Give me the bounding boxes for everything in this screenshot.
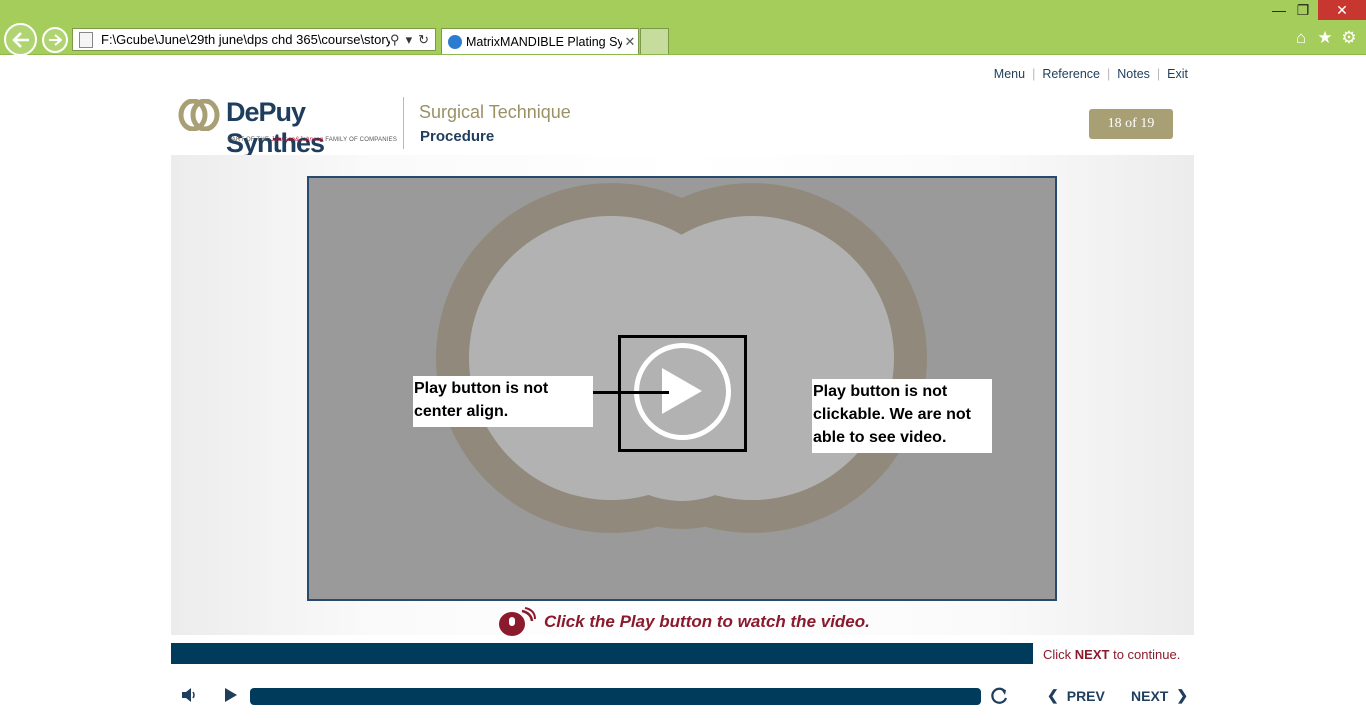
page-icon (79, 31, 93, 48)
next-button[interactable]: NEXT ❯ (1131, 687, 1188, 704)
nav-separator: | (1032, 67, 1036, 81)
forward-button[interactable] (42, 27, 68, 53)
header-divider (403, 97, 404, 149)
tagline-suffix: FAMILY OF COMPANIES (325, 137, 398, 143)
tab-title: MatrixMANDIBLE Plating Sy... (466, 34, 622, 49)
play-instruction: Click the Play button to watch the video… (498, 606, 870, 638)
refresh-icon[interactable]: ↻ (418, 32, 429, 48)
continue-hint: Click NEXT to continue. (1043, 647, 1180, 662)
tagline-prefix: PART OF THE (228, 137, 270, 143)
next-label: NEXT (1131, 687, 1169, 704)
close-window-button[interactable]: ✕ (1318, 0, 1366, 20)
instruction-text: Click the Play button to watch the video… (544, 612, 870, 631)
volume-icon[interactable] (181, 687, 197, 703)
page-subtitle: Procedure (420, 128, 495, 145)
notes-link[interactable]: Notes (1117, 67, 1150, 81)
gear-icon[interactable]: ⚙ (1339, 28, 1359, 48)
page-counter-badge: 18 of 19 (1089, 109, 1173, 139)
ie-icon (448, 34, 462, 49)
tagline-jj: Johnson&Johnson (270, 137, 324, 143)
mouse-click-icon (499, 607, 536, 636)
page-title: Surgical Technique (419, 102, 571, 122)
star-icon[interactable]: ★ (1315, 28, 1335, 48)
nav-separator: | (1107, 67, 1111, 81)
new-tab-button[interactable] (640, 28, 669, 54)
address-bar[interactable]: F:\Gcube\June\29th june\dps chd 365\cour… (72, 28, 436, 51)
seek-bar[interactable] (250, 688, 981, 705)
player-controls: ❮ PREV NEXT ❯ (171, 680, 1194, 712)
url-text[interactable]: F:\Gcube\June\29th june\dps chd 365\cour… (101, 32, 390, 47)
prev-label: PREV (1066, 687, 1105, 704)
annotation-note-right: Play button is not clickable. We are not… (812, 379, 992, 453)
replay-icon[interactable] (989, 686, 1009, 706)
depuy-synthes-logo: DePuy Synthes PART OF THE Johnson&Johnso… (178, 97, 408, 158)
browser-tab[interactable]: MatrixMANDIBLE Plating Sy... ✕ (441, 28, 639, 54)
browser-chrome: F:\Gcube\June\29th june\dps chd 365\cour… (0, 0, 1366, 56)
restore-button[interactable]: ❐ (1292, 0, 1314, 20)
slide-progress-bar (171, 643, 1033, 664)
brand-tagline: PART OF THE Johnson&Johnson FAMILY OF CO… (228, 137, 397, 143)
annotation-note-left: Play button is not center align. (413, 376, 593, 427)
minimize-button[interactable]: — (1268, 0, 1290, 20)
prev-button[interactable]: ❮ PREV (1047, 687, 1105, 704)
chevron-left-icon: ❮ (1047, 687, 1059, 703)
chevron-right-icon: ❯ (1176, 687, 1189, 703)
exit-link[interactable]: Exit (1167, 67, 1188, 81)
brand-name: DePuy Synthes (226, 97, 325, 158)
continue-suffix: to continue. (1113, 647, 1181, 662)
player-play-button[interactable] (225, 688, 237, 702)
chevron-down-icon[interactable]: ▾ (406, 32, 413, 48)
continue-prefix: Click (1043, 647, 1072, 662)
close-tab-icon[interactable]: ✕ (622, 34, 638, 50)
nav-separator: | (1156, 67, 1161, 81)
course-top-nav: Menu | Reference | Notes | Exit (994, 67, 1188, 81)
reference-link[interactable]: Reference (1042, 67, 1100, 81)
arrow-right-icon (49, 34, 62, 46)
search-icon[interactable]: ⚲ (390, 32, 400, 48)
menu-link[interactable]: Menu (994, 67, 1025, 81)
arrow-left-icon (11, 31, 29, 48)
logo-rings-icon (178, 99, 220, 131)
home-icon[interactable]: ⌂ (1291, 28, 1311, 48)
continue-keyword: NEXT (1074, 647, 1110, 662)
back-button[interactable] (4, 23, 37, 56)
